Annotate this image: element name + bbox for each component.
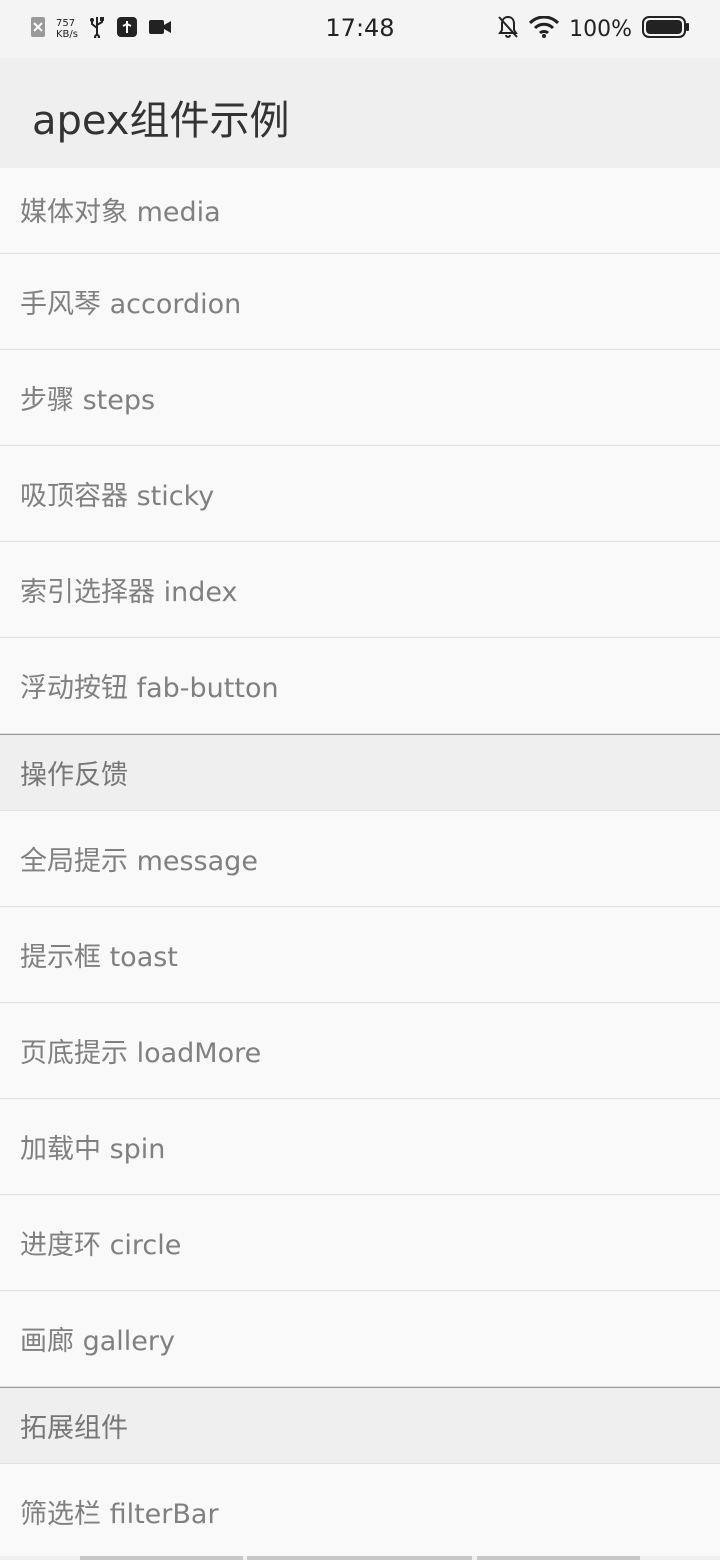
list-item-message[interactable]: 全局提示 message (0, 811, 720, 907)
status-bar: 757 KB/s 17:48 100% (0, 0, 720, 58)
list-item-label: 浮动按钮 fab-button (20, 673, 279, 704)
battery-icon (642, 16, 690, 42)
list-item-label: 提示框 toast (20, 942, 178, 973)
component-list: 媒体对象 media 手风琴 accordion 步骤 steps 吸顶容器 s… (0, 168, 720, 1560)
list-item-label: 全局提示 message (20, 846, 258, 877)
bottom-divider-segment (247, 1556, 472, 1560)
status-bar-right: 100% (497, 14, 690, 44)
list-item-label: 索引选择器 index (20, 577, 238, 608)
section-header-extend: 拓展组件 (0, 1387, 720, 1464)
bottom-divider-segment (80, 1556, 243, 1560)
list-item-label: 加载中 spin (20, 1134, 166, 1165)
list-item-label: 页底提示 loadMore (20, 1038, 262, 1069)
list-item-fab-button[interactable]: 浮动按钮 fab-button (0, 638, 720, 734)
list-item-sticky[interactable]: 吸顶容器 sticky (0, 446, 720, 542)
bottom-divider-segment (477, 1556, 640, 1560)
list-item-gallery[interactable]: 画廊 gallery (0, 1291, 720, 1387)
app-header: apex组件示例 (0, 58, 720, 168)
list-item-label: 媒体对象 media (20, 197, 221, 228)
list-item-label: 画廊 gallery (20, 1326, 175, 1357)
battery-percent: 100% (569, 16, 632, 42)
list-item-spin[interactable]: 加载中 spin (0, 1099, 720, 1195)
list-item-steps[interactable]: 步骤 steps (0, 350, 720, 446)
list-item-label: 吸顶容器 sticky (20, 481, 215, 512)
section-title: 拓展组件 (20, 1413, 128, 1444)
list-item-loadmore[interactable]: 页底提示 loadMore (0, 1003, 720, 1099)
list-item-label: 步骤 steps (20, 385, 156, 416)
bottom-edge (0, 1556, 720, 1560)
list-item-toast[interactable]: 提示框 toast (0, 907, 720, 1003)
list-item-index[interactable]: 索引选择器 index (0, 542, 720, 638)
list-item-filterbar[interactable]: 筛选栏 filterBar (0, 1464, 720, 1560)
section-header-feedback: 操作反馈 (0, 734, 720, 811)
list-item-circle[interactable]: 进度环 circle (0, 1195, 720, 1291)
list-item-media[interactable]: 媒体对象 media (0, 168, 720, 254)
section-title: 操作反馈 (20, 760, 128, 791)
list-item-label: 手风琴 accordion (20, 289, 242, 320)
wifi-icon (529, 15, 560, 42)
list-item-accordion[interactable]: 手风琴 accordion (0, 254, 720, 350)
list-item-label: 筛选栏 filterBar (20, 1499, 219, 1530)
page-title: apex组件示例 (32, 98, 290, 144)
bell-off-icon (497, 15, 519, 43)
list-item-label: 进度环 circle (20, 1230, 182, 1261)
